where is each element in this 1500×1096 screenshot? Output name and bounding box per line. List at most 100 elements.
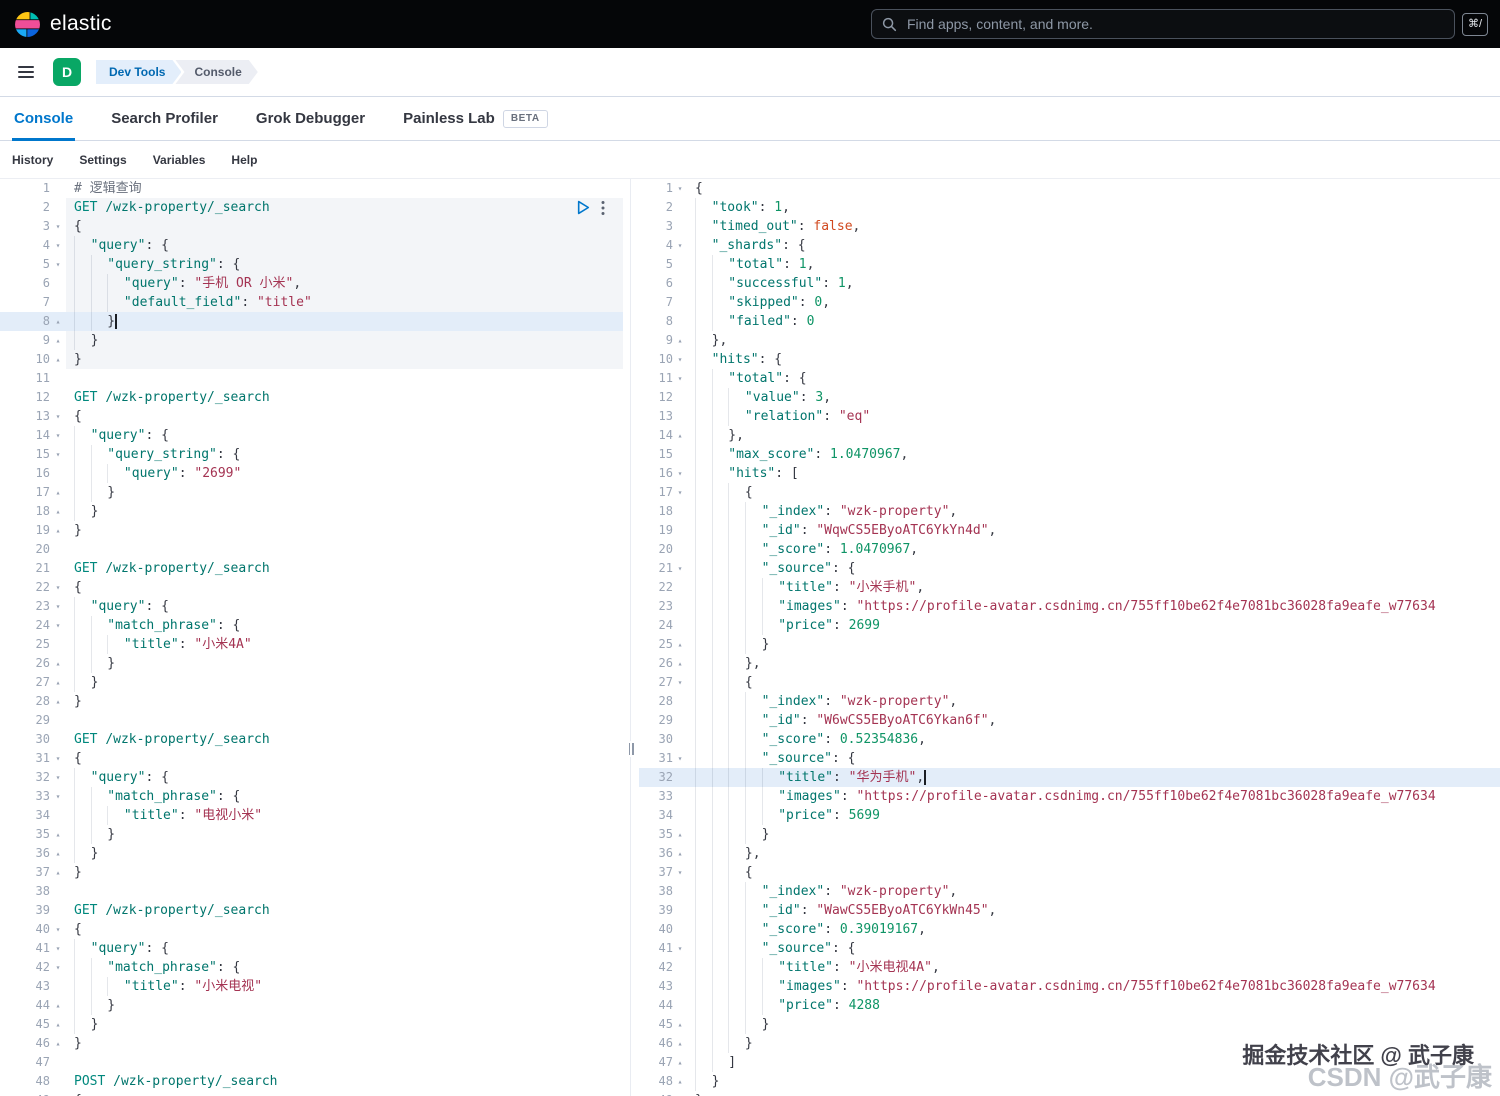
code-line[interactable]: 47▴] bbox=[639, 1053, 1500, 1072]
code-line[interactable]: 35▴} bbox=[0, 825, 623, 844]
request-options-button[interactable] bbox=[601, 200, 605, 216]
fold-toggle-icon[interactable]: ▴ bbox=[50, 331, 66, 350]
code-line[interactable]: 3"timed_out": false, bbox=[639, 217, 1500, 236]
resizer-handle-icon[interactable] bbox=[626, 741, 636, 757]
pane-resizer[interactable] bbox=[623, 179, 639, 1096]
code-line[interactable]: 32"title": "华为手机", bbox=[639, 768, 1500, 787]
fold-toggle-icon[interactable]: ▾ bbox=[673, 749, 687, 768]
code-line[interactable]: 47 bbox=[0, 1053, 623, 1072]
code-line[interactable]: 32▾"query": { bbox=[0, 768, 623, 787]
code-line[interactable]: 44▴} bbox=[0, 996, 623, 1015]
code-line[interactable]: 44"price": 4288 bbox=[639, 996, 1500, 1015]
fold-toggle-icon[interactable]: ▾ bbox=[673, 236, 687, 255]
code-line[interactable]: 48POST /wzk-property/_search bbox=[0, 1072, 623, 1091]
code-line[interactable]: 46▴} bbox=[0, 1034, 623, 1053]
code-line[interactable]: 10▾"hits": { bbox=[639, 350, 1500, 369]
code-line[interactable]: 6"successful": 1, bbox=[639, 274, 1500, 293]
code-line[interactable]: 7"default_field": "title" bbox=[0, 293, 623, 312]
code-line[interactable]: 2GET /wzk-property/_search bbox=[0, 198, 623, 217]
tab-painless-lab[interactable]: Painless LabBETA bbox=[401, 97, 550, 140]
console-menu-history[interactable]: History bbox=[12, 153, 53, 167]
code-line[interactable]: 21▾"_source": { bbox=[639, 559, 1500, 578]
code-line[interactable]: 48▴} bbox=[639, 1072, 1500, 1091]
code-line[interactable]: 9▴}, bbox=[639, 331, 1500, 350]
code-line[interactable]: 37▾{ bbox=[639, 863, 1500, 882]
fold-toggle-icon[interactable]: ▴ bbox=[50, 673, 66, 692]
fold-toggle-icon[interactable]: ▾ bbox=[50, 1091, 66, 1096]
space-avatar[interactable]: D bbox=[53, 58, 81, 86]
fold-toggle-icon[interactable]: ▴ bbox=[50, 692, 66, 711]
fold-toggle-icon[interactable]: ▾ bbox=[50, 426, 66, 445]
code-line[interactable]: 15▾"query_string": { bbox=[0, 445, 623, 464]
code-line[interactable]: 30GET /wzk-property/_search bbox=[0, 730, 623, 749]
global-search[interactable] bbox=[871, 9, 1455, 39]
code-line[interactable]: 45▴} bbox=[639, 1015, 1500, 1034]
code-line[interactable]: 6"query": "手机 OR 小米", bbox=[0, 274, 623, 293]
code-line[interactable]: 34"price": 5699 bbox=[639, 806, 1500, 825]
fold-toggle-icon[interactable]: ▴ bbox=[673, 1091, 687, 1096]
fold-toggle-icon[interactable]: ▾ bbox=[673, 483, 687, 502]
code-line[interactable]: 40"_score": 0.39019167, bbox=[639, 920, 1500, 939]
fold-toggle-icon[interactable]: ▾ bbox=[50, 749, 66, 768]
fold-toggle-icon[interactable]: ▾ bbox=[673, 369, 687, 388]
code-line[interactable]: 20 bbox=[0, 540, 623, 559]
fold-toggle-icon[interactable]: ▾ bbox=[50, 578, 66, 597]
code-line[interactable]: 5▾"query_string": { bbox=[0, 255, 623, 274]
code-line[interactable]: 26▴} bbox=[0, 654, 623, 673]
code-line[interactable]: 22▾{ bbox=[0, 578, 623, 597]
console-menu-help[interactable]: Help bbox=[231, 153, 257, 167]
code-line[interactable]: 33▾"match_phrase": { bbox=[0, 787, 623, 806]
code-line[interactable]: 25"title": "小米4A" bbox=[0, 635, 623, 654]
code-line[interactable]: 49▾{ bbox=[0, 1091, 623, 1096]
code-line[interactable]: 41▾"_source": { bbox=[639, 939, 1500, 958]
code-line[interactable]: 19▴} bbox=[0, 521, 623, 540]
fold-toggle-icon[interactable]: ▴ bbox=[673, 331, 687, 350]
code-line[interactable]: 39GET /wzk-property/_search bbox=[0, 901, 623, 920]
code-line[interactable]: 36▴}, bbox=[639, 844, 1500, 863]
code-line[interactable]: 22"title": "小米手机", bbox=[639, 578, 1500, 597]
code-line[interactable]: 43"title": "小米电视" bbox=[0, 977, 623, 996]
code-line[interactable]: 14▾"query": { bbox=[0, 426, 623, 445]
code-line[interactable]: 40▾{ bbox=[0, 920, 623, 939]
fold-toggle-icon[interactable]: ▾ bbox=[50, 939, 66, 958]
code-line[interactable]: 19"_id": "WqwCS5EByoATC6YkYn4d", bbox=[639, 521, 1500, 540]
fold-toggle-icon[interactable]: ▴ bbox=[673, 635, 687, 654]
code-line[interactable]: 39"_id": "WawCS5EByoATC6YkWn45", bbox=[639, 901, 1500, 920]
response-viewer[interactable]: 1▾{2"took": 1,3"timed_out": false,4▾"_sh… bbox=[639, 179, 1500, 1096]
code-line[interactable]: 18▴} bbox=[0, 502, 623, 521]
console-menu-settings[interactable]: Settings bbox=[79, 153, 126, 167]
code-line[interactable]: 35▴} bbox=[639, 825, 1500, 844]
code-line[interactable]: 46▴} bbox=[639, 1034, 1500, 1053]
fold-toggle-icon[interactable]: ▴ bbox=[50, 654, 66, 673]
fold-toggle-icon[interactable]: ▴ bbox=[50, 312, 66, 331]
code-line[interactable]: 5"total": 1, bbox=[639, 255, 1500, 274]
code-line[interactable]: 24▾"match_phrase": { bbox=[0, 616, 623, 635]
fold-toggle-icon[interactable]: ▾ bbox=[50, 787, 66, 806]
fold-toggle-icon[interactable]: ▾ bbox=[50, 616, 66, 635]
request-editor[interactable]: 1# 逻辑查询2GET /wzk-property/_search3▾{4▾"q… bbox=[0, 179, 623, 1096]
code-line[interactable]: 33"images": "https://profile-avatar.csdn… bbox=[639, 787, 1500, 806]
code-line[interactable]: 12GET /wzk-property/_search bbox=[0, 388, 623, 407]
code-line[interactable]: 37▴} bbox=[0, 863, 623, 882]
code-line[interactable]: 30"_score": 0.52354836, bbox=[639, 730, 1500, 749]
code-line[interactable]: 27▴} bbox=[0, 673, 623, 692]
fold-toggle-icon[interactable]: ▴ bbox=[673, 825, 687, 844]
fold-toggle-icon[interactable]: ▾ bbox=[50, 920, 66, 939]
tab-search-profiler[interactable]: Search Profiler bbox=[109, 97, 220, 140]
code-line[interactable]: 27▾{ bbox=[639, 673, 1500, 692]
code-line[interactable]: 34"title": "电视小米" bbox=[0, 806, 623, 825]
code-line[interactable]: 13"relation": "eq" bbox=[639, 407, 1500, 426]
code-line[interactable]: 38 bbox=[0, 882, 623, 901]
code-line[interactable]: 15"max_score": 1.0470967, bbox=[639, 445, 1500, 464]
code-line[interactable]: 1# 逻辑查询 bbox=[0, 179, 623, 198]
code-line[interactable]: 12"value": 3, bbox=[639, 388, 1500, 407]
code-line[interactable]: 8▴} bbox=[0, 312, 623, 331]
code-line[interactable]: 36▴} bbox=[0, 844, 623, 863]
code-line[interactable]: 23▾"query": { bbox=[0, 597, 623, 616]
fold-toggle-icon[interactable]: ▾ bbox=[673, 464, 687, 483]
code-line[interactable]: 7"skipped": 0, bbox=[639, 293, 1500, 312]
fold-toggle-icon[interactable]: ▾ bbox=[50, 255, 66, 274]
elastic-logo-icon[interactable] bbox=[14, 11, 41, 38]
fold-toggle-icon[interactable]: ▾ bbox=[673, 863, 687, 882]
code-line[interactable]: 41▾"query": { bbox=[0, 939, 623, 958]
